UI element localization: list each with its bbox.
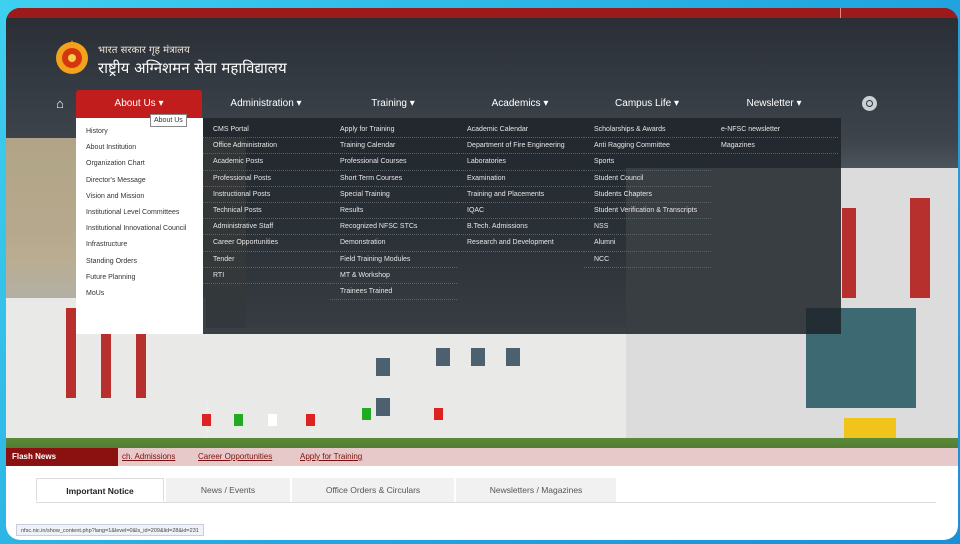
menu-item[interactable]: Students Chapters [584,187,711,203]
menu-item-vision-mission[interactable]: Vision and Mission [76,189,203,205]
tab-divider [36,502,936,503]
menu-item-directors-message[interactable]: Director's Message [76,173,203,189]
newsletter-column: e-NFSC newsletter Magazines [711,122,838,155]
search-icon[interactable] [862,96,877,111]
home-icon[interactable]: ⌂ [56,96,64,111]
menu-item[interactable]: Academic Calendar [457,122,584,139]
flag [234,414,243,426]
menu-item[interactable]: MT & Workshop [330,268,457,284]
tab-news-events[interactable]: News / Events [166,478,290,502]
building-center [206,328,626,448]
nav-administration[interactable]: Administration ▾ [203,90,329,118]
menu-item[interactable]: Trainees Trained [330,284,457,301]
menu-item-standing-orders[interactable]: Standing Orders [76,254,203,270]
menu-item[interactable]: Laboratories [457,154,584,171]
menu-item-mous[interactable]: MoUs [76,286,203,302]
menu-item-organization-chart[interactable]: Organization Chart [76,156,203,172]
flag [434,408,443,420]
menu-item[interactable]: Short Term Courses [330,171,457,187]
tab-important-notice[interactable]: Important Notice [36,478,164,502]
status-bar-url: nfsc.nic.in/show_content.php?lang=1&leve… [16,524,204,536]
nav-academics[interactable]: Academics ▾ [457,90,583,118]
menu-item-infrastructure[interactable]: Infrastructure [76,237,203,253]
window [436,348,450,366]
window [471,348,485,366]
menu-item[interactable]: e-NFSC newsletter [711,122,838,139]
pillar [842,208,856,298]
menu-item[interactable]: Office Administration [203,138,330,155]
menu-item[interactable]: Examination [457,171,584,187]
menu-item[interactable]: CMS Portal [203,122,330,139]
training-column: Apply for Training Training Calendar Pro… [330,122,457,301]
menu-item[interactable]: Student Council [584,171,711,187]
menu-item-future-planning[interactable]: Future Planning [76,270,203,286]
menu-item[interactable]: Results [330,203,457,220]
campus-life-column: Scholarships & Awards Anti Ragging Commi… [584,122,711,268]
browser-viewport: भारत सरकार गृह मंत्रालय राष्ट्रीय अग्निश… [6,8,958,540]
menu-item[interactable]: Technical Posts [203,203,330,220]
menu-item[interactable]: B.Tech. Admissions [457,219,584,236]
ministry-subtitle: भारत सरकार गृह मंत्रालय [98,45,190,56]
menu-item[interactable]: NCC [584,252,711,268]
menu-item[interactable]: Anti Ragging Committee [584,138,711,155]
administration-column: CMS Portal Office Administration Academi… [203,122,330,284]
menu-item[interactable]: Professional Posts [203,171,330,187]
menu-item-institutional-committees[interactable]: Institutional Level Committees [76,205,203,221]
menu-item[interactable]: Career Opportunities [203,235,330,252]
flash-link-apply-training[interactable]: Apply for Training [300,448,362,466]
menu-item[interactable]: Department of Fire Engineering [457,138,584,155]
menu-item[interactable]: NSS [584,219,711,236]
mega-menu-panel: CMS Portal Office Administration Academi… [203,118,841,334]
menu-item[interactable]: Training Calendar [330,138,457,155]
menu-item[interactable]: Academic Posts [203,154,330,171]
menu-item[interactable]: Alumni [584,235,711,252]
top-bar-links[interactable] [840,8,950,18]
menu-item[interactable]: Instructional Posts [203,187,330,203]
flag [362,408,371,420]
institution-title: राष्ट्रीय अग्निशमन सेवा महाविद्यालय [98,59,287,77]
menu-item[interactable]: Magazines [711,138,838,155]
menu-item[interactable]: Administrative Staff [203,219,330,236]
menu-item[interactable]: Training and Placements [457,187,584,203]
pillar [66,308,76,398]
menu-item[interactable]: Sports [584,154,711,171]
flash-news-label: Flash News [6,448,118,466]
menu-item[interactable]: RTI [203,268,330,284]
menu-item[interactable]: Tender [203,252,330,268]
top-bar [6,8,958,18]
menu-item-about-institution[interactable]: About Institution [76,140,203,156]
window [376,398,390,416]
menu-item[interactable]: Field Training Modules [330,252,457,268]
flag [268,414,277,426]
menu-item[interactable]: Research and Development [457,235,584,252]
menu-item[interactable]: Professional Courses [330,154,457,171]
pillar [910,198,930,298]
menu-item[interactable]: Apply for Training [330,122,457,139]
flash-news-bar: Flash News ch. Admissions Career Opportu… [6,448,958,466]
about-us-dropdown: History About Institution Organization C… [76,118,203,334]
flag [306,414,315,426]
menu-item[interactable]: IQAC [457,203,584,220]
nav-newsletter[interactable]: Newsletter ▾ [711,90,837,118]
menu-item-innovation-council[interactable]: Institutional Innovational Council [76,221,203,237]
window [376,358,390,376]
tab-newsletters[interactable]: Newsletters / Magazines [456,478,616,502]
tab-office-orders[interactable]: Office Orders & Circulars [292,478,454,502]
nav-campus-life[interactable]: Campus Life ▾ [584,90,710,118]
window [506,348,520,366]
main-nav: ⌂ About Us ▾ Administration ▾ Training ▾… [6,90,958,118]
menu-item[interactable]: Student Verification & Transcripts [584,203,711,220]
nav-tooltip: About Us [150,114,187,127]
emblem-logo-icon[interactable] [52,34,92,78]
menu-item[interactable]: Scholarships & Awards [584,122,711,139]
flag [202,414,211,426]
menu-item[interactable]: Recognized NFSC STCs [330,219,457,236]
menu-item[interactable]: Special Training [330,187,457,203]
flash-link-admissions[interactable]: ch. Admissions [122,448,175,466]
flash-link-career[interactable]: Career Opportunities [198,448,272,466]
nav-training[interactable]: Training ▾ [330,90,456,118]
menu-item[interactable]: Demonstration [330,235,457,252]
academics-column: Academic Calendar Department of Fire Eng… [457,122,584,252]
